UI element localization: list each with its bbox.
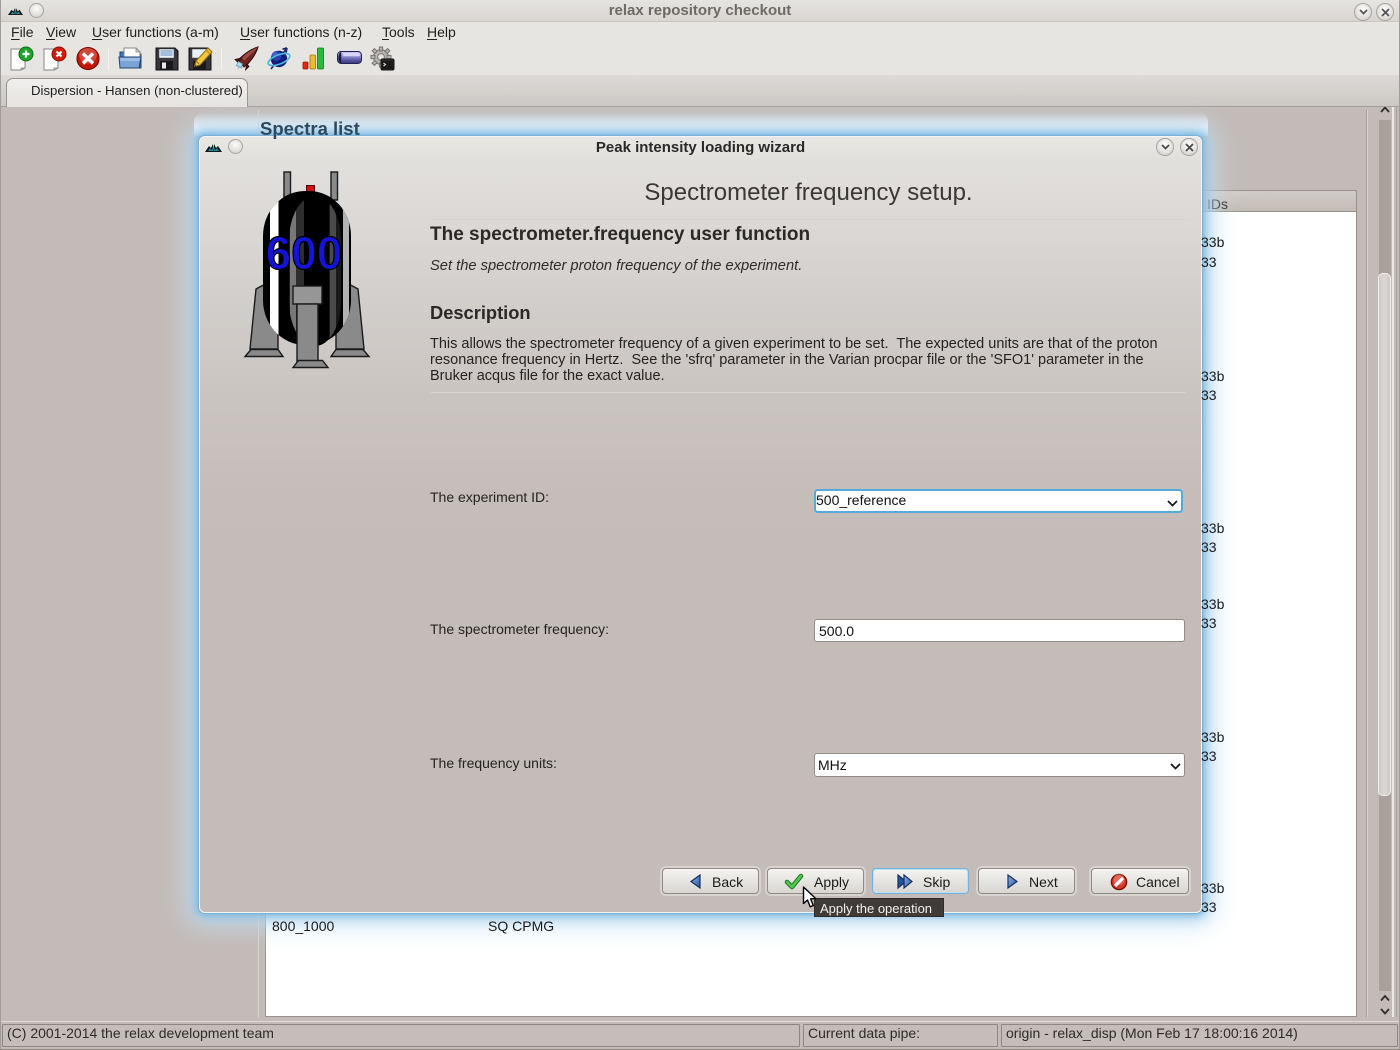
- svg-text:600: 600: [266, 227, 343, 279]
